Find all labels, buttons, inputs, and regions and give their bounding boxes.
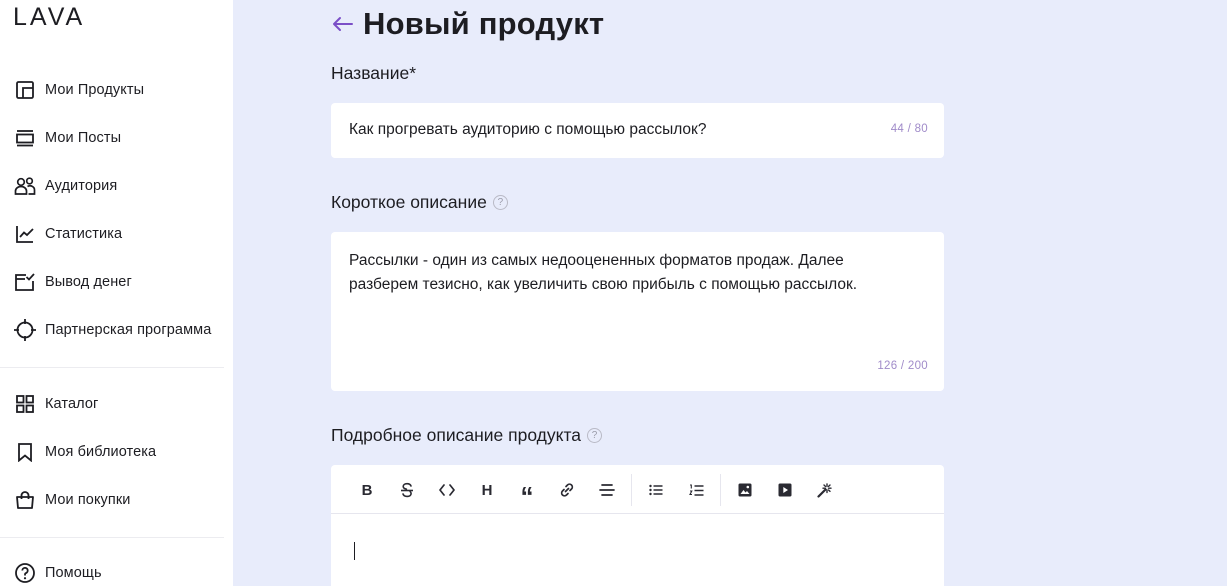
posts-icon [12, 125, 38, 151]
sidebar-item-label: Аудитория [45, 178, 118, 194]
sidebar-item-label: Мои Продукты [45, 82, 145, 98]
sidebar-item-withdraw[interactable]: Вывод денег [0, 262, 224, 302]
sidebar-item-posts[interactable]: Мои Посты [0, 118, 224, 158]
sidebar-item-label: Мои Посты [45, 130, 122, 146]
sidebar-item-label: Мои покупки [45, 492, 131, 508]
withdraw-icon [12, 269, 38, 295]
sidebar-item-products[interactable]: Мои Продукты [0, 70, 224, 110]
short-description-label-text: Короткое описание [331, 192, 487, 212]
short-description-counter: 126 / 200 [877, 360, 928, 372]
sidebar-item-help[interactable]: Помощь [0, 553, 224, 586]
sidebar-divider [0, 367, 224, 368]
back-arrow-icon[interactable] [330, 12, 354, 36]
bag-icon [12, 487, 38, 513]
sidebar: LAVA Мои Продукты Мои Посты Аудитория Ст… [0, 0, 233, 586]
video-button[interactable] [772, 477, 798, 503]
code-icon [439, 484, 455, 496]
bold-button[interactable]: B [354, 477, 380, 503]
strikethrough-button[interactable] [394, 477, 420, 503]
sidebar-item-label: Партнерская программа [45, 322, 212, 338]
svg-text:LAVA: LAVA [13, 6, 85, 28]
audience-icon [12, 173, 38, 199]
sidebar-item-label: Статистика [45, 226, 123, 242]
sidebar-divider [0, 537, 224, 538]
help-icon[interactable]: ? [492, 195, 508, 210]
numbered-list-button[interactable] [683, 477, 709, 503]
short-description-line-1: Рассылки - один из самых недооцененных ф… [349, 252, 844, 269]
short-description-textarea[interactable]: Рассылки - один из самых недооцененных ф… [331, 232, 944, 391]
magic-wand-button[interactable] [812, 477, 838, 503]
bullet-list-button[interactable] [643, 477, 669, 503]
name-label: Название* [331, 63, 416, 84]
heading-button[interactable]: H [474, 477, 500, 503]
catalog-icon [12, 391, 38, 417]
video-icon [778, 483, 792, 497]
help-circle-icon [12, 560, 38, 586]
name-counter: 44 / 80 [890, 123, 928, 135]
lava-logo[interactable]: LAVA [13, 6, 125, 28]
editor-toolbar: B H “ [331, 465, 944, 514]
page-header: Новый продукт [330, 4, 604, 44]
short-description-line-2: разберем тезисно, как увеличить свою при… [349, 276, 858, 293]
toolbar-separator [720, 474, 721, 506]
full-description-label: Подробное описание продукта ? [331, 425, 603, 446]
help-icon[interactable]: ? [587, 428, 603, 443]
rich-text-editor[interactable]: B H “ [331, 465, 944, 586]
sidebar-item-purchases[interactable]: Мои покупки [0, 480, 224, 520]
strikethrough-icon [401, 482, 413, 498]
sidebar-item-stats[interactable]: Статистика [0, 214, 224, 254]
products-icon [12, 77, 38, 103]
sidebar-item-label: Каталог [45, 396, 99, 412]
code-button[interactable] [434, 477, 460, 503]
sidebar-item-label: Вывод денег [45, 274, 132, 290]
bullet-list-icon [649, 484, 663, 496]
name-label-text: Название* [331, 63, 417, 83]
magic-wand-icon [817, 483, 832, 498]
text-cursor [354, 542, 355, 560]
link-icon [560, 483, 574, 497]
bookmark-icon [12, 439, 38, 465]
name-input[interactable]: Как прогревать аудиторию с помощью рассы… [331, 103, 944, 158]
image-button[interactable] [732, 477, 758, 503]
sidebar-item-library[interactable]: Моя библиотека [0, 432, 224, 472]
numbered-list-icon [688, 483, 703, 496]
sidebar-item-partner[interactable]: Партнерская программа [0, 310, 224, 350]
sidebar-item-catalog[interactable]: Каталог [0, 384, 224, 424]
stats-icon [12, 221, 38, 247]
toolbar-separator [631, 474, 632, 506]
link-button[interactable] [554, 477, 580, 503]
page-title: Новый продукт [363, 6, 605, 41]
image-icon [738, 483, 752, 497]
sidebar-item-label: Моя библиотека [45, 444, 157, 460]
full-description-label-text: Подробное описание продукта [331, 425, 582, 445]
sidebar-item-label: Помощь [45, 565, 102, 581]
horizontal-rule-button[interactable] [594, 477, 620, 503]
short-description-label: Короткое описание ? [331, 192, 508, 213]
main-content: Новый продукт Название* Как прогревать а… [233, 0, 1227, 586]
quote-button[interactable]: “ [514, 477, 540, 511]
sidebar-item-audience[interactable]: Аудитория [0, 166, 224, 206]
target-icon [12, 317, 38, 343]
name-input-value: Как прогревать аудиторию с помощью рассы… [349, 121, 707, 138]
horizontal-rule-icon [599, 484, 615, 496]
